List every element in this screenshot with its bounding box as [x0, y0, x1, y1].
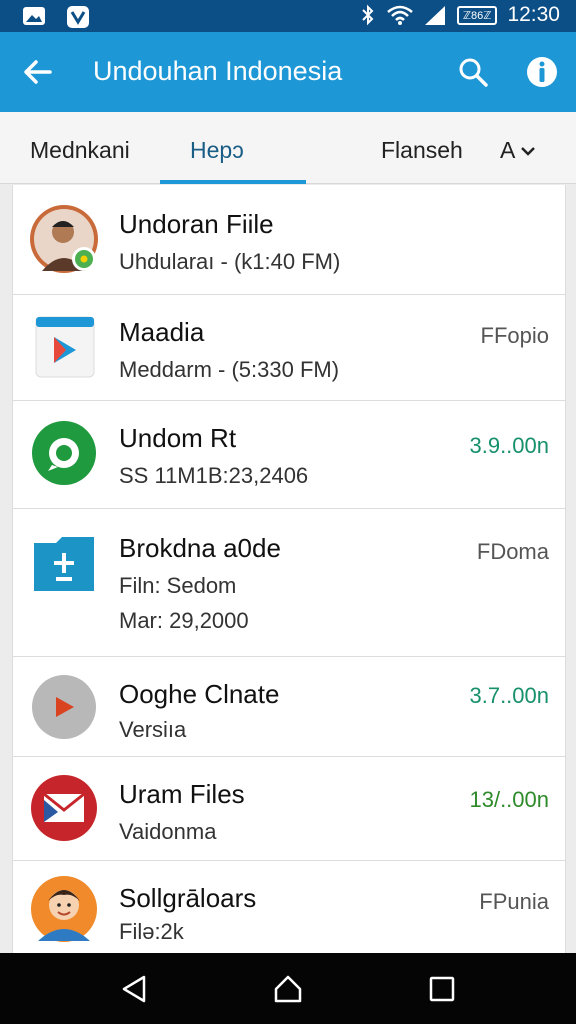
- navigation-bar: [0, 953, 576, 1024]
- tab-bar: Mednkani Hepɔ Flanseh A: [0, 112, 576, 184]
- file-name: Undoran Fiile: [119, 209, 274, 239]
- tab-flanseh[interactable]: Flanseh: [381, 137, 463, 164]
- mail-icon: [31, 775, 97, 841]
- status-time: 12:30: [507, 3, 560, 26]
- back-arrow-icon[interactable]: [20, 54, 56, 90]
- info-icon[interactable]: [524, 54, 560, 90]
- file-status: FDoma: [476, 539, 549, 564]
- chevron-down-icon: [521, 146, 536, 156]
- gallery-icon: [23, 7, 45, 25]
- profile-photo-icon: [30, 205, 98, 273]
- page-title: Undouhan Indonesia: [93, 56, 343, 86]
- file-status: FFopio: [480, 323, 549, 348]
- recents-nav-icon[interactable]: [426, 973, 458, 1005]
- home-nav-icon[interactable]: [272, 973, 304, 1005]
- wifi-icon: [387, 5, 413, 25]
- search-icon[interactable]: [455, 54, 491, 90]
- back-nav-icon[interactable]: [118, 973, 150, 1005]
- list-item[interactable]: Uram Files Vaidonma 13/..00n: [13, 757, 565, 861]
- file-meta: SS 11M1B:23,2406: [119, 463, 309, 488]
- file-version: 3.9..00n: [469, 433, 549, 458]
- tab-overflow-label: A: [500, 137, 516, 163]
- file-version: 3.7..00n: [469, 683, 549, 708]
- file-meta: Meddarm - (5:330 FM): [119, 357, 340, 382]
- file-name: Sollgrāloars: [119, 883, 257, 913]
- signal-icon: [424, 6, 445, 25]
- file-name: Brokdna a0de: [119, 533, 281, 563]
- tab-mednkani[interactable]: Mednkani: [30, 137, 130, 164]
- file-status: FPunia: [479, 889, 549, 914]
- file-meta: Vaidonma: [119, 819, 217, 844]
- upload-folder-icon: [34, 537, 94, 591]
- app-bar: Undouhan Indonesia: [0, 32, 576, 112]
- status-bar: ℤ86ℤ 12:30: [0, 0, 576, 32]
- tab-hepo[interactable]: Hepɔ: [190, 137, 244, 164]
- file-meta: Versiıa: [119, 717, 187, 742]
- list-item[interactable]: Brokdna a0de Filn: Sedom Mar: 29,2000 FD…: [13, 509, 565, 657]
- file-meta: Filə:2k: [119, 919, 184, 944]
- cartoon-avatar-icon: [31, 876, 97, 942]
- file-name: Undom Rt: [119, 423, 237, 453]
- play-circle-icon: [32, 675, 96, 739]
- list-item[interactable]: Undoran Fiile Uhdularaı - (k1:40 FM): [13, 185, 565, 295]
- tab-overflow[interactable]: A: [500, 137, 537, 164]
- file-meta: Uhdularaı - (k1:40 FM): [119, 249, 341, 274]
- file-name: Uram Files: [119, 779, 245, 809]
- file-version: 13/..00n: [469, 787, 549, 812]
- list-item[interactable]: Sollgrāloars Filə:2k FPunia: [13, 861, 565, 953]
- shield-app-icon: [67, 6, 89, 28]
- file-meta: Filn: Sedom: [119, 573, 237, 598]
- green-chat-icon: [32, 421, 96, 485]
- file-name: Ooghe Clnate: [119, 679, 280, 709]
- file-name: Maadia: [119, 317, 205, 347]
- file-date: Mar: 29,2000: [119, 608, 249, 633]
- bluetooth-icon: [362, 4, 374, 26]
- battery-icon: ℤ86ℤ: [456, 5, 498, 25]
- list-item[interactable]: Ooghe Clnate Versiıa 3.7..00n: [13, 657, 565, 757]
- list-item[interactable]: Undom Rt SS 11M1B:23,2406 3.9..00n: [13, 401, 565, 509]
- file-list: Undoran Fiile Uhdularaı - (k1:40 FM) Maa…: [12, 185, 566, 953]
- play-store-icon: [35, 316, 95, 378]
- active-tab-indicator: [160, 180, 306, 184]
- list-item[interactable]: Maadia Meddarm - (5:330 FM) FFopio: [13, 295, 565, 401]
